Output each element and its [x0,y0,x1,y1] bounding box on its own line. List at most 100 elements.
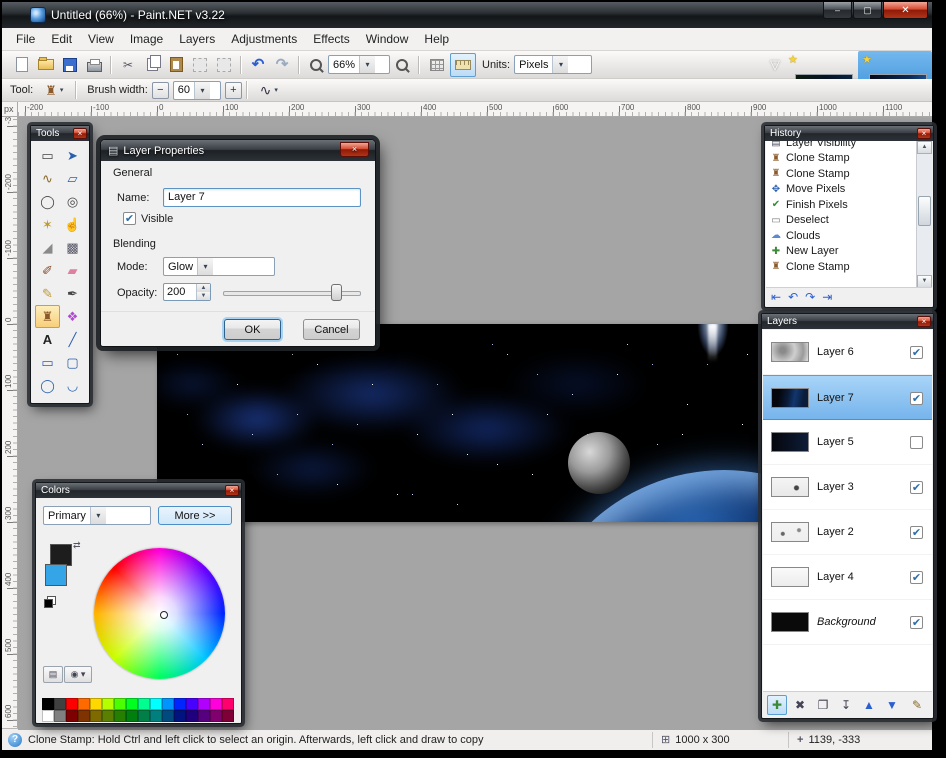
spinner-up-icon[interactable]: ▲ [197,284,210,292]
layer-visible-checkbox[interactable] [910,436,923,449]
layer-row-layer-3[interactable]: Layer 3 [763,465,932,510]
move-layer-up-button[interactable]: ▲ [859,695,879,715]
history-item[interactable]: ♜Clone Stamp [767,166,916,182]
tool-pan[interactable]: ☝ [60,213,85,236]
history-item[interactable]: ✥Move Pixels [767,182,916,198]
tool-gradient[interactable]: ▩ [60,236,85,259]
print-button[interactable] [82,54,106,76]
palette-swatch[interactable] [162,710,174,722]
minimize-button[interactable]: – [823,2,852,19]
primary-color-swatch[interactable] [50,544,72,566]
zoom-in-button[interactable] [390,54,414,76]
tool-pencil[interactable]: ✎ [35,282,60,305]
tool-rectangle-select[interactable]: ▭ [35,144,60,167]
palette-swatch[interactable] [186,698,198,710]
palette-swatch[interactable] [126,710,138,722]
palette-swatch[interactable] [126,698,138,710]
move-layer-down-button[interactable]: ▼ [882,695,902,715]
tool-magic-wand[interactable]: ✶ [35,213,60,236]
units-combo[interactable]: Pixels [514,55,592,74]
menu-item-window[interactable]: Window [358,28,417,50]
spinner-down-icon[interactable]: ▼ [197,292,210,300]
swap-colors-icon[interactable]: ⇄ [73,540,81,551]
undo-icon[interactable]: ↶ [788,291,798,303]
history-item[interactable]: ▭Deselect [767,213,916,229]
menu-item-file[interactable]: File [8,28,43,50]
crop-to-selection-button[interactable] [188,54,212,76]
palette-swatch[interactable] [90,710,102,722]
undo-button[interactable]: ↶ [246,54,270,76]
open-file-button[interactable] [34,54,58,76]
close-button[interactable]: ✕ [883,2,928,19]
save-button[interactable] [58,54,82,76]
palette-swatch[interactable] [114,710,126,722]
color-target-combo[interactable]: Primary [43,506,151,525]
palette-swatch[interactable] [174,698,186,710]
palette-swatch[interactable] [54,698,66,710]
layer-name-input[interactable]: Layer 7 [163,188,361,207]
tool-ellipse[interactable]: ◯ [35,374,60,397]
close-icon[interactable] [73,128,87,139]
palette-swatch[interactable] [198,698,210,710]
palette-swatch[interactable] [210,698,222,710]
palette-swatch[interactable] [114,698,126,710]
layer-visible-checkbox[interactable] [910,481,923,494]
spinner-arrows[interactable]: ▲▼ [196,284,210,300]
tools-panel-titlebar[interactable]: Tools [31,126,89,141]
more-button[interactable]: More >> [158,506,232,525]
palette-swatch[interactable] [138,698,150,710]
menu-item-edit[interactable]: Edit [43,28,80,50]
palette-swatch[interactable] [210,710,222,722]
brush-width-combo[interactable]: 60 [173,81,221,100]
rulers-toggle-button[interactable] [450,53,476,77]
zoom-out-button[interactable] [304,54,328,76]
secondary-color-swatch[interactable] [45,564,67,586]
cut-button[interactable]: ✂ [116,54,140,76]
layer-visible-checkbox[interactable] [910,571,923,584]
history-item[interactable]: ✔Finish Pixels [767,197,916,213]
title-bar[interactable]: Untitled (66%) - Paint.NET v3.22 – ▢ ✕ [2,2,932,28]
rewind-icon[interactable]: ⇤ [771,291,781,303]
brush-width-increase-button[interactable]: + [225,82,242,99]
color-sliders-button[interactable]: ▤ [43,666,63,683]
menu-item-layers[interactable]: Layers [171,28,223,50]
redo-icon[interactable]: ↷ [805,291,815,303]
tool-recolor[interactable]: ❖ [60,305,85,328]
palette-swatch[interactable] [174,710,186,722]
opacity-spinner[interactable]: 200 ▲▼ [163,283,211,301]
tool-move-selection[interactable]: ▱ [60,167,85,190]
palette-swatch[interactable] [42,710,54,722]
canvas[interactable] [157,324,817,522]
tool-lasso-select[interactable]: ∿ [35,167,60,190]
tool-paint-bucket[interactable]: ◢ [35,236,60,259]
visible-checkbox[interactable] [123,212,136,225]
new-file-button[interactable] [10,54,34,76]
layer-visible-checkbox[interactable] [910,392,923,405]
grid-toggle-button[interactable] [424,53,450,77]
tool-freeform-shape[interactable]: ◡ [60,374,85,397]
deselect-button[interactable] [212,54,236,76]
palette-swatch[interactable] [198,710,210,722]
close-icon[interactable] [340,142,369,157]
colors-panel-titlebar[interactable]: Colors [36,483,241,498]
tool-rounded-rectangle[interactable]: ▢ [60,351,85,374]
layer-properties-button[interactable]: ✎ [907,695,927,715]
history-panel-titlebar[interactable]: History [765,126,933,141]
layer-row-layer-7[interactable]: Layer 7 [763,375,932,420]
maximize-button[interactable]: ▢ [853,2,882,19]
close-icon[interactable] [225,485,239,496]
scrollbar-thumb[interactable] [918,196,931,226]
tool-color-picker[interactable]: ✒ [60,282,85,305]
layer-row-layer-4[interactable]: Layer 4 [763,555,932,600]
tool-paintbrush[interactable]: ✐ [35,259,60,282]
history-item[interactable]: ✚New Layer [767,244,916,260]
default-colors-icon[interactable] [44,596,56,608]
palette-swatch[interactable] [186,710,198,722]
tool-move-selected-pixels[interactable]: ➤ [60,144,85,167]
palette-menu-button[interactable]: ◉ ▾ [64,666,92,683]
layer-visible-checkbox[interactable] [910,616,923,629]
palette-swatch[interactable] [102,710,114,722]
tool-text[interactable]: A [35,328,60,351]
cancel-button[interactable]: Cancel [303,319,360,340]
opacity-slider[interactable] [223,284,361,301]
